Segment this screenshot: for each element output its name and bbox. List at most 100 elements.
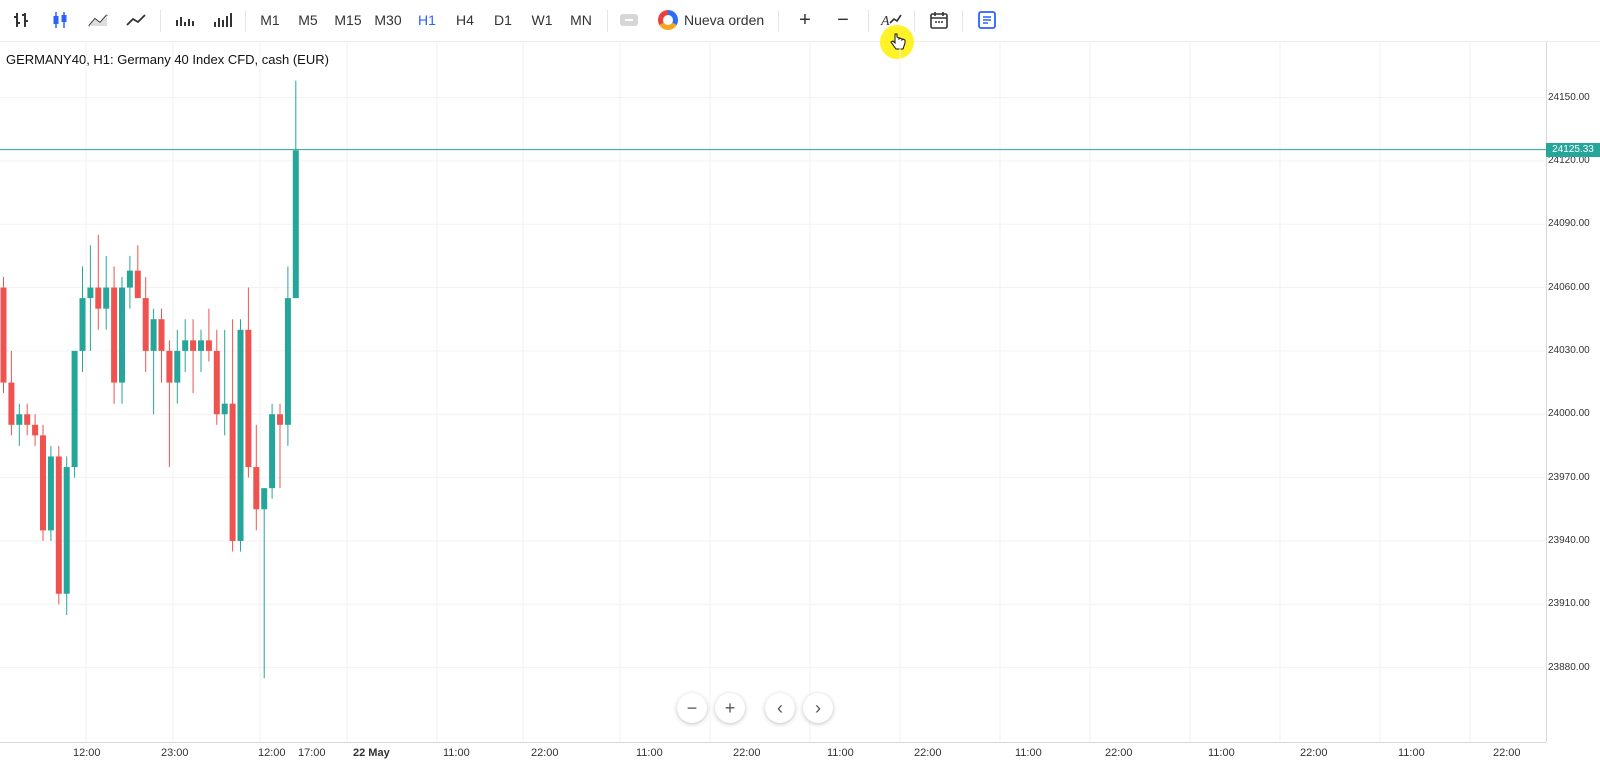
price-tick-label: 23880.00 bbox=[1548, 661, 1590, 673]
candle-body bbox=[182, 340, 189, 351]
time-tick-label: 11:00 bbox=[1398, 747, 1425, 759]
line-chart-icon[interactable] bbox=[86, 4, 110, 36]
scroll-left-button[interactable]: ‹ bbox=[765, 693, 795, 723]
line-chart-alt-icon[interactable] bbox=[124, 4, 148, 36]
timeframe-m5[interactable]: M5 bbox=[296, 4, 320, 36]
timeframe-m1[interactable]: M1 bbox=[258, 4, 282, 36]
toolbar-divider bbox=[160, 10, 161, 32]
broker-logo-icon bbox=[658, 10, 678, 30]
link-icon[interactable] bbox=[617, 4, 641, 36]
candle-body bbox=[253, 467, 260, 510]
candle-body bbox=[103, 287, 110, 309]
current-price-label: 24125.33 bbox=[1546, 142, 1600, 157]
time-tick-label: 22 May bbox=[353, 747, 390, 759]
candle-body bbox=[190, 340, 197, 351]
new-order-button[interactable]: Nueva orden bbox=[658, 4, 764, 36]
bar-chart-icon[interactable] bbox=[10, 4, 34, 36]
candle-body bbox=[205, 340, 212, 351]
candle-body bbox=[221, 403, 228, 415]
price-tick-label: 23940.00 bbox=[1548, 534, 1590, 546]
time-tick-label: 22:00 bbox=[1300, 747, 1328, 759]
timeframe-m15[interactable]: M15 bbox=[333, 4, 363, 36]
timeframe-h4[interactable]: H4 bbox=[454, 4, 476, 36]
candle-body bbox=[24, 414, 31, 425]
price-tick-label: 24000.00 bbox=[1548, 408, 1590, 420]
candle-body bbox=[119, 287, 125, 383]
timeframe-d1[interactable]: D1 bbox=[492, 4, 514, 36]
candle-body bbox=[284, 298, 291, 425]
candle-body bbox=[229, 403, 236, 541]
price-tick-label: 23910.00 bbox=[1548, 598, 1590, 610]
time-tick-label: 11:00 bbox=[827, 747, 854, 759]
time-tick-label: 11:00 bbox=[1015, 747, 1042, 759]
timeframe-m30[interactable]: M30 bbox=[371, 4, 405, 36]
price-tick-label: 24090.00 bbox=[1548, 218, 1590, 230]
time-tick-label: 11:00 bbox=[1208, 747, 1235, 759]
candle-body bbox=[32, 424, 39, 436]
candle-body bbox=[158, 319, 165, 351]
time-tick-label: 11:00 bbox=[636, 747, 663, 759]
candle-body bbox=[63, 467, 70, 594]
candle-body bbox=[79, 298, 86, 351]
candle-body bbox=[150, 319, 157, 351]
candlestick-chart-icon[interactable] bbox=[48, 4, 72, 36]
time-tick-label: 12:00 bbox=[258, 747, 286, 759]
scroll-right-button[interactable]: › bbox=[803, 693, 833, 723]
toolbar-divider bbox=[868, 10, 869, 32]
candle-body bbox=[16, 414, 23, 425]
candle-body bbox=[134, 270, 141, 299]
candle-body bbox=[95, 287, 102, 309]
toolbar-divider bbox=[245, 10, 246, 32]
candle-body bbox=[111, 287, 118, 383]
tick-volume-icon[interactable] bbox=[210, 4, 236, 36]
candle-body bbox=[198, 340, 204, 351]
time-tick-label: 23:00 bbox=[161, 747, 189, 759]
candle-body bbox=[40, 435, 46, 531]
time-tick-label: 22:00 bbox=[1493, 747, 1521, 759]
price-tick-label: 24150.00 bbox=[1548, 91, 1590, 103]
candle-body bbox=[126, 270, 133, 288]
time-tick-label: 22:00 bbox=[914, 747, 942, 759]
candle-body bbox=[277, 414, 283, 425]
toolbar-divider bbox=[914, 10, 915, 32]
price-tick-label: 23970.00 bbox=[1548, 471, 1590, 483]
calendar-icon[interactable] bbox=[927, 4, 951, 36]
timeframe-h1[interactable]: H1 bbox=[416, 4, 438, 36]
candle-body bbox=[292, 150, 299, 299]
timeframe-mn[interactable]: MN bbox=[568, 4, 594, 36]
candle-body bbox=[0, 287, 7, 383]
price-tick-label: 24060.00 bbox=[1548, 281, 1590, 293]
zoom-out-button[interactable]: − bbox=[833, 4, 853, 36]
toolbar-divider bbox=[607, 10, 608, 32]
candle-body bbox=[245, 329, 252, 468]
candle-body bbox=[174, 350, 181, 383]
time-tick-label: 22:00 bbox=[733, 747, 761, 759]
time-tick-label: 12:00 bbox=[73, 747, 101, 759]
toolbar-divider bbox=[962, 10, 963, 32]
zoom-in-button[interactable]: + bbox=[795, 4, 815, 36]
timeframe-w1[interactable]: W1 bbox=[530, 4, 554, 36]
chart-toolbar: M1 M5 M15 M30 H1 H4 D1 W1 MN Nueva orden… bbox=[0, 0, 1600, 42]
candlestick-chart[interactable] bbox=[0, 42, 1546, 742]
candle-body bbox=[71, 350, 78, 468]
new-order-label: Nueva orden bbox=[684, 12, 765, 28]
volume-icon[interactable] bbox=[172, 4, 196, 36]
chart-zoom-in-button[interactable]: + bbox=[715, 693, 745, 723]
time-tick-label: 17:00 bbox=[298, 747, 326, 759]
candle-body bbox=[55, 456, 62, 594]
candle-body bbox=[8, 382, 15, 425]
time-tick-label: 22:00 bbox=[531, 747, 559, 759]
candle-body bbox=[47, 456, 54, 531]
candle-body bbox=[166, 350, 173, 383]
candle-body bbox=[269, 414, 276, 489]
news-icon[interactable] bbox=[975, 4, 999, 36]
time-tick-label: 11:00 bbox=[443, 747, 470, 759]
candle-body bbox=[142, 298, 149, 351]
time-tick-label: 22:00 bbox=[1105, 747, 1133, 759]
price-tick-label: 24030.00 bbox=[1548, 344, 1590, 356]
candle-body bbox=[237, 329, 244, 541]
candle-body bbox=[213, 350, 220, 415]
chart-zoom-out-button[interactable]: − bbox=[677, 693, 707, 723]
candle-body bbox=[87, 287, 94, 299]
candle-body bbox=[261, 488, 268, 510]
